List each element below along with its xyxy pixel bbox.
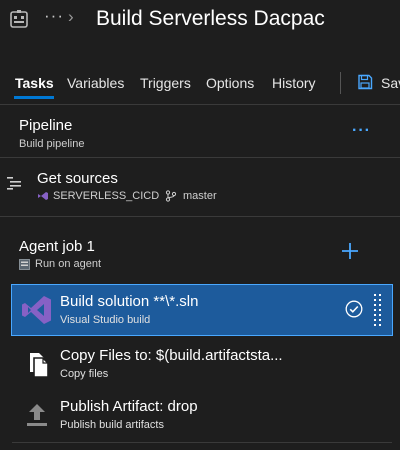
get-sources-title: Get sources	[37, 170, 118, 187]
tab-triggers[interactable]: Triggers	[140, 75, 191, 91]
check-circle-icon	[345, 300, 363, 318]
more-actions-button[interactable]: ···	[44, 6, 64, 26]
agent-job-title: Agent job 1	[19, 238, 95, 255]
divider	[0, 104, 400, 105]
active-tab-indicator	[14, 96, 54, 99]
task-subtitle: Copy files	[60, 368, 109, 380]
task-subtitle: Publish build artifacts	[60, 419, 164, 431]
chevron-right-icon: ›	[68, 7, 74, 26]
add-task-button[interactable]	[340, 241, 360, 261]
branch-icon	[165, 190, 177, 202]
list-icon	[7, 177, 21, 190]
repository-name: SERVERLESS_CICD	[53, 190, 160, 202]
save-button[interactable]: Save	[381, 75, 400, 91]
visual-studio-icon	[38, 192, 48, 200]
task-title: Publish Artifact: drop	[60, 398, 198, 415]
task-subtitle: Visual Studio build	[60, 314, 151, 326]
task-publish-artifact[interactable]: Publish Artifact: drop Publish build art…	[12, 390, 392, 440]
tab-bar: Tasks Variables Triggers Options History…	[0, 66, 400, 100]
save-icon[interactable]	[357, 74, 373, 90]
tab-options[interactable]: Options	[206, 75, 254, 91]
task-title: Copy Files to: $(build.artifactsta...	[60, 347, 283, 364]
pipeline-more-button[interactable]: ···	[352, 122, 371, 140]
divider	[0, 157, 400, 158]
divider	[0, 216, 400, 217]
tab-tasks[interactable]: Tasks	[15, 75, 54, 91]
pipeline-title: Pipeline	[19, 117, 73, 134]
page-title: Build Serverless Dacpac	[96, 7, 325, 30]
tab-history[interactable]: History	[272, 75, 316, 91]
pipeline-subtitle: Build pipeline	[19, 138, 85, 150]
divider	[12, 442, 392, 443]
branch-name: master	[183, 190, 217, 202]
copy-files-icon	[30, 353, 49, 378]
task-title: Build solution **\*.sln	[60, 293, 199, 310]
agent-job-subtitle: Run on agent	[35, 258, 102, 270]
drag-handle-icon[interactable]	[373, 293, 383, 327]
page-header: ··· › Build Serverless Dacpac	[0, 0, 400, 40]
toolbar-divider	[340, 72, 341, 94]
server-icon	[19, 259, 30, 270]
pipeline-icon	[10, 10, 28, 28]
task-build-solution[interactable]: Build solution **\*.sln Visual Studio bu…	[11, 284, 393, 336]
tab-variables[interactable]: Variables	[67, 75, 124, 91]
task-copy-files[interactable]: Copy Files to: $(build.artifactsta... Co…	[12, 339, 392, 389]
upload-icon	[27, 404, 47, 426]
visual-studio-icon	[22, 296, 51, 324]
